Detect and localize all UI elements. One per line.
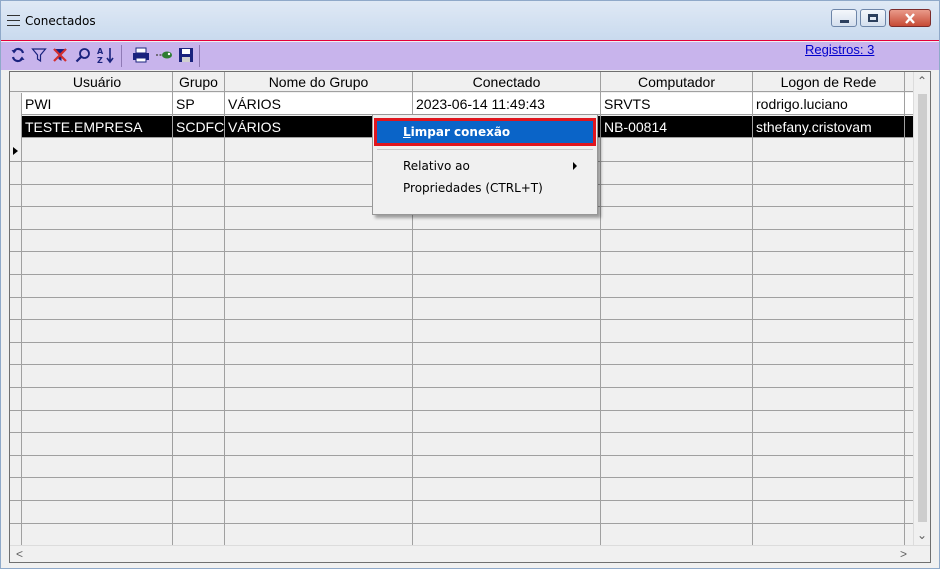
column-divider xyxy=(904,72,905,546)
records-count-link[interactable]: Registros: 3 xyxy=(805,42,874,57)
menu-separator xyxy=(377,149,593,150)
cell-grupo: SP xyxy=(176,96,195,112)
scroll-right-icon[interactable]: > xyxy=(900,547,907,561)
toolbar-separator xyxy=(199,45,200,67)
close-icon xyxy=(905,12,915,24)
minimize-button[interactable] xyxy=(831,9,857,27)
empty-row-line xyxy=(10,523,914,524)
find-icon[interactable] xyxy=(74,46,92,64)
window-title: Conectados xyxy=(25,14,96,28)
empty-row-line xyxy=(10,455,914,456)
sort-icon[interactable]: AZ xyxy=(97,46,115,64)
column-divider xyxy=(224,72,225,546)
column-divider xyxy=(172,72,173,546)
empty-row-line xyxy=(10,387,914,388)
empty-row-line xyxy=(10,274,914,275)
empty-row-line xyxy=(10,319,914,320)
svg-text:A: A xyxy=(97,47,104,56)
svg-text:Z: Z xyxy=(97,56,103,64)
menu-item-propriedades[interactable]: Propriedades (CTRL+T) xyxy=(377,177,593,199)
column-header-logon-rede[interactable]: Logon de Rede xyxy=(753,74,904,90)
menu-item-label: Relativo ao xyxy=(403,159,470,173)
current-row-indicator-icon xyxy=(13,147,18,155)
cell-nome-grupo: VÁRIOS xyxy=(228,96,281,112)
window-menu-icon[interactable] xyxy=(7,15,20,26)
column-header-computador[interactable]: Computador xyxy=(601,74,752,90)
cell-conectado: 2023-06-14 11:49:43 xyxy=(416,96,545,112)
column-divider xyxy=(600,72,601,546)
empty-row-line xyxy=(10,477,914,478)
empty-row-line xyxy=(10,342,914,343)
scroll-down-icon[interactable]: ⌄ xyxy=(917,528,927,542)
minimize-icon xyxy=(839,19,849,23)
horizontal-scrollbar[interactable]: < > xyxy=(10,545,930,562)
print-icon[interactable] xyxy=(132,46,150,64)
scroll-left-icon[interactable]: < xyxy=(16,547,23,561)
close-button[interactable] xyxy=(889,9,931,27)
table-row[interactable]: PWI SP VÁRIOS 2023-06-14 11:49:43 SRVTS … xyxy=(22,93,914,115)
empty-row-line xyxy=(10,251,914,252)
column-header-usuario[interactable]: Usuário xyxy=(22,74,172,90)
scroll-up-icon[interactable]: ⌃ xyxy=(917,74,927,88)
maximize-icon xyxy=(868,14,878,22)
menu-item-limpar-conexao[interactable]: Limpar conexão xyxy=(374,118,596,146)
empty-row-line xyxy=(10,229,914,230)
cell-computador: SRVTS xyxy=(604,96,651,112)
refresh-icon[interactable] xyxy=(9,46,27,64)
empty-row-line xyxy=(10,297,914,298)
export-icon[interactable] xyxy=(155,46,173,64)
menu-item-relativo-ao[interactable]: Relativo ao xyxy=(377,155,593,177)
cell-grupo: SCDFC xyxy=(176,119,224,135)
menu-item-label: Limpar conexão xyxy=(403,125,511,139)
save-icon[interactable] xyxy=(177,46,195,64)
column-header-nome-grupo[interactable]: Nome do Grupo xyxy=(225,74,412,90)
cell-usuario: TESTE.EMPRESA xyxy=(25,119,143,135)
toolbar: AZ Registros: 3 xyxy=(1,42,939,70)
empty-row-line xyxy=(10,500,914,501)
column-header-conectado[interactable]: Conectado xyxy=(413,74,600,90)
cell-usuario: PWI xyxy=(25,96,52,112)
empty-row-line xyxy=(10,364,914,365)
grid-header: Usuário Grupo Nome do Grupo Conectado Co… xyxy=(10,72,914,92)
vertical-scroll-thumb[interactable] xyxy=(918,94,927,522)
cell-logon: sthefany.cristovam xyxy=(756,119,872,135)
empty-row-line xyxy=(10,410,914,411)
window-controls xyxy=(831,9,931,27)
maximize-button[interactable] xyxy=(860,9,886,27)
column-header-grupo[interactable]: Grupo xyxy=(173,74,224,90)
conectados-window: Conectados AZ Registros: 3 Usuário Grupo… xyxy=(0,0,940,569)
title-bar[interactable]: Conectados xyxy=(1,1,939,41)
filter-icon[interactable] xyxy=(30,46,48,64)
vertical-scrollbar[interactable]: ⌃ ⌄ xyxy=(913,72,930,546)
toolbar-separator xyxy=(121,45,122,67)
context-menu: Limpar conexão Relativo ao Propriedades … xyxy=(372,114,598,215)
column-divider xyxy=(752,72,753,546)
cell-logon: rodrigo.luciano xyxy=(756,96,848,112)
empty-row-line xyxy=(10,432,914,433)
submenu-arrow-icon xyxy=(573,162,577,170)
clear-filter-icon[interactable] xyxy=(51,46,69,64)
cell-computador: NB-00814 xyxy=(604,119,668,135)
menu-item-label: Propriedades (CTRL+T) xyxy=(403,181,543,195)
